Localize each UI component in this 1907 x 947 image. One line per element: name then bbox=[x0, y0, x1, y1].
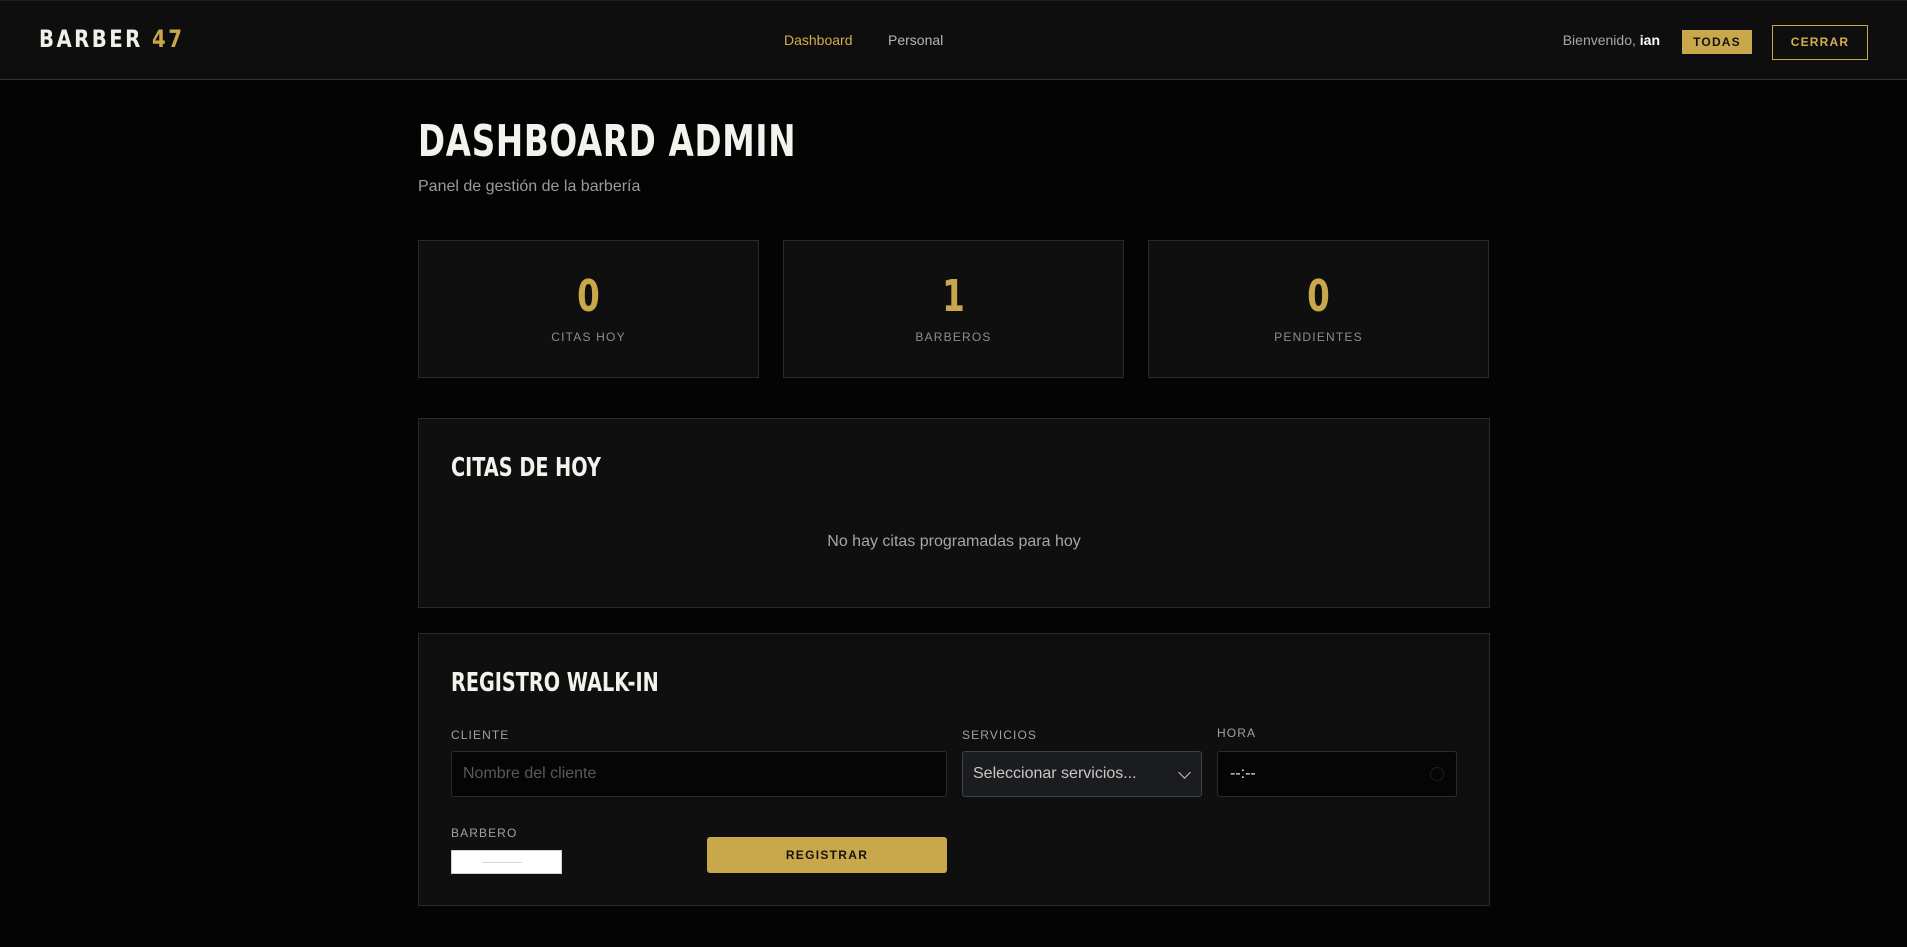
walkin-panel: REGISTRO WALK-IN CLIENTE SERVICIOS Selec… bbox=[418, 633, 1490, 906]
stat-label: PENDIENTES bbox=[1274, 330, 1363, 344]
services-selected-value: Seleccionar servicios... bbox=[973, 765, 1137, 782]
page-subtitle: Panel de gestión de la barbería bbox=[418, 178, 641, 195]
logout-button[interactable]: CERRAR bbox=[1772, 25, 1868, 60]
barber-label: BARBERO bbox=[451, 826, 518, 840]
time-label: HORA bbox=[1217, 726, 1257, 740]
stat-card-pendientes: 0 PENDIENTES bbox=[1148, 240, 1489, 378]
stat-value: 0 bbox=[577, 271, 600, 322]
services-label: SERVICIOS bbox=[962, 728, 1038, 742]
brand-logo[interactable]: BARBER 47 bbox=[39, 25, 184, 53]
panel-title: CITAS DE HOY bbox=[451, 453, 601, 483]
user-name: ian bbox=[1639, 32, 1660, 48]
welcome-prefix: Bienvenido, bbox=[1562, 32, 1636, 48]
nav-link-dashboard[interactable]: Dashboard bbox=[784, 32, 853, 48]
register-button[interactable]: REGISTRAR bbox=[707, 837, 947, 873]
client-label: CLIENTE bbox=[451, 728, 510, 742]
today-appointments-panel: CITAS DE HOY No hay citas programadas pa… bbox=[418, 418, 1490, 608]
todas-button[interactable]: TODAS bbox=[1682, 30, 1752, 54]
time-input[interactable]: --:-- bbox=[1217, 751, 1457, 797]
empty-message: No hay citas programadas para hoy bbox=[827, 533, 1081, 550]
stat-card-barberos: 1 BARBEROS bbox=[783, 240, 1124, 378]
nav-link-personal[interactable]: Personal bbox=[888, 32, 943, 48]
brand-name: BARBER bbox=[39, 25, 143, 53]
panel-title: REGISTRO WALK-IN bbox=[451, 668, 659, 698]
page-title: DASHBOARD ADMIN bbox=[418, 116, 797, 167]
top-navbar: BARBER 47 Dashboard Personal Bienvenido,… bbox=[0, 0, 1907, 80]
stat-label: CITAS HOY bbox=[551, 330, 626, 344]
stat-card-citas-hoy: 0 CITAS HOY bbox=[418, 240, 759, 378]
time-value: --:-- bbox=[1230, 765, 1256, 782]
services-select[interactable]: Seleccionar servicios... bbox=[962, 751, 1202, 797]
client-name-input[interactable] bbox=[451, 751, 947, 797]
barber-select[interactable] bbox=[451, 850, 562, 874]
chevron-down-icon bbox=[1178, 766, 1191, 779]
stat-label: BARBEROS bbox=[915, 330, 992, 344]
barber-select-divider bbox=[482, 862, 522, 863]
stat-value: 0 bbox=[1307, 271, 1330, 322]
clock-icon[interactable] bbox=[1430, 767, 1444, 781]
brand-number: 47 bbox=[152, 25, 185, 53]
stat-value: 1 bbox=[942, 271, 965, 322]
welcome-text: Bienvenido, ian bbox=[1563, 32, 1660, 48]
